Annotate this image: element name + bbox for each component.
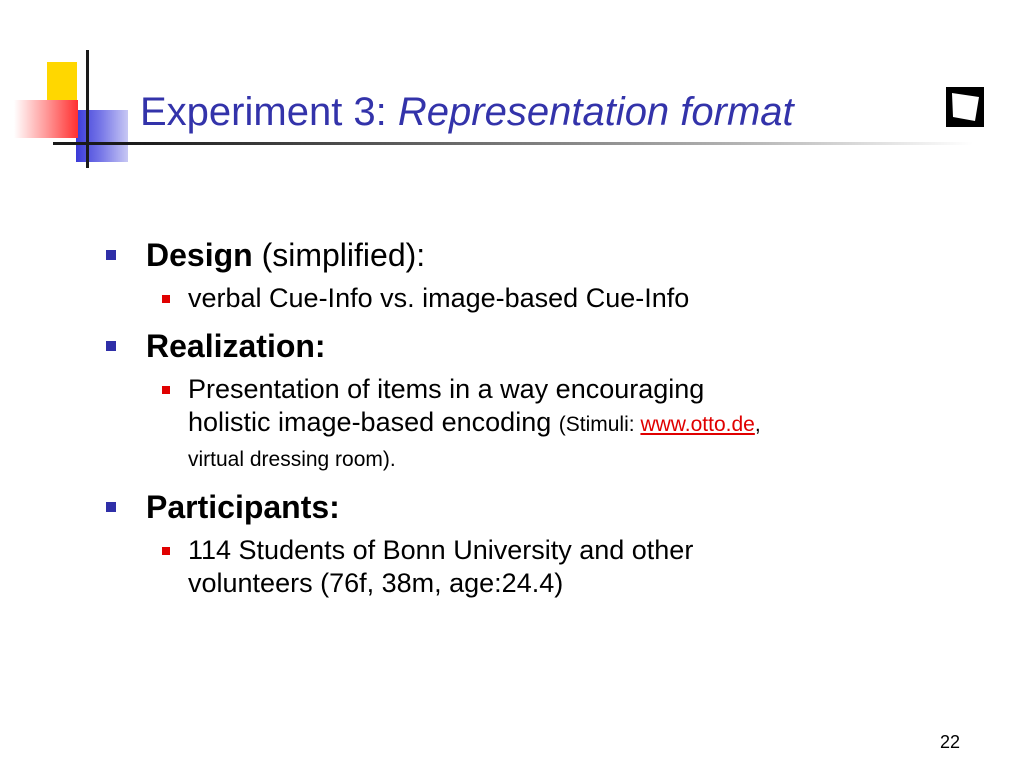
slide-title: Experiment 3: Representation format <box>140 88 794 136</box>
square-bullet-icon <box>106 250 116 260</box>
participants-line1: 114 Students of Bonn University and othe… <box>188 535 694 565</box>
realization-label: Realization: <box>146 328 326 364</box>
small-square-bullet-icon <box>162 386 170 394</box>
design-sub-text: verbal Cue-Info vs. image-based Cue-Info <box>188 283 690 313</box>
small-square-bullet-icon <box>162 547 170 555</box>
sub-bullet-realization: Presentation of items in a way encouragi… <box>146 373 966 476</box>
bullet-participants: Participants: <box>106 488 966 526</box>
realization-line2: holistic image-based encoding <box>188 407 552 437</box>
realization-line1: Presentation of items in a way encouragi… <box>188 374 705 404</box>
participants-line2: volunteers (76f, 38m, age:24.4) <box>188 568 564 598</box>
slide: Experiment 3: Representation format Desi… <box>0 0 1024 768</box>
slide-body: Design (simplified): verbal Cue-Info vs.… <box>106 236 966 612</box>
page-number: 22 <box>940 732 961 752</box>
participants-label: Participants: <box>146 489 340 525</box>
decor-vertical-line <box>86 50 89 168</box>
design-label: Design <box>146 237 253 273</box>
sub-bullet-design: verbal Cue-Info vs. image-based Cue-Info <box>146 282 966 315</box>
square-bullet-icon <box>106 502 116 512</box>
bullet-design: Design (simplified): <box>106 236 966 274</box>
square-bullet-icon <box>106 341 116 351</box>
design-suffix: (simplified): <box>252 237 426 273</box>
title-main: Experiment 3: <box>140 90 398 134</box>
decor-red-gradient <box>14 100 78 138</box>
stimuli-rest: virtual dressing room). <box>188 448 396 471</box>
stimuli-label: (Stimuli: <box>558 413 641 436</box>
sub-bullet-participants: 114 Students of Bonn University and othe… <box>146 534 966 600</box>
decor-blue-square <box>76 110 128 162</box>
small-square-bullet-icon <box>162 295 170 303</box>
stimuli-link[interactable]: www.otto.de <box>640 413 754 436</box>
tilted-square-logo-icon <box>946 87 984 127</box>
title-underline-rule <box>53 142 973 145</box>
bullet-realization: Realization: <box>106 327 966 365</box>
title-subtitle: Representation format <box>397 90 794 134</box>
stimuli-comma: , <box>754 413 761 436</box>
